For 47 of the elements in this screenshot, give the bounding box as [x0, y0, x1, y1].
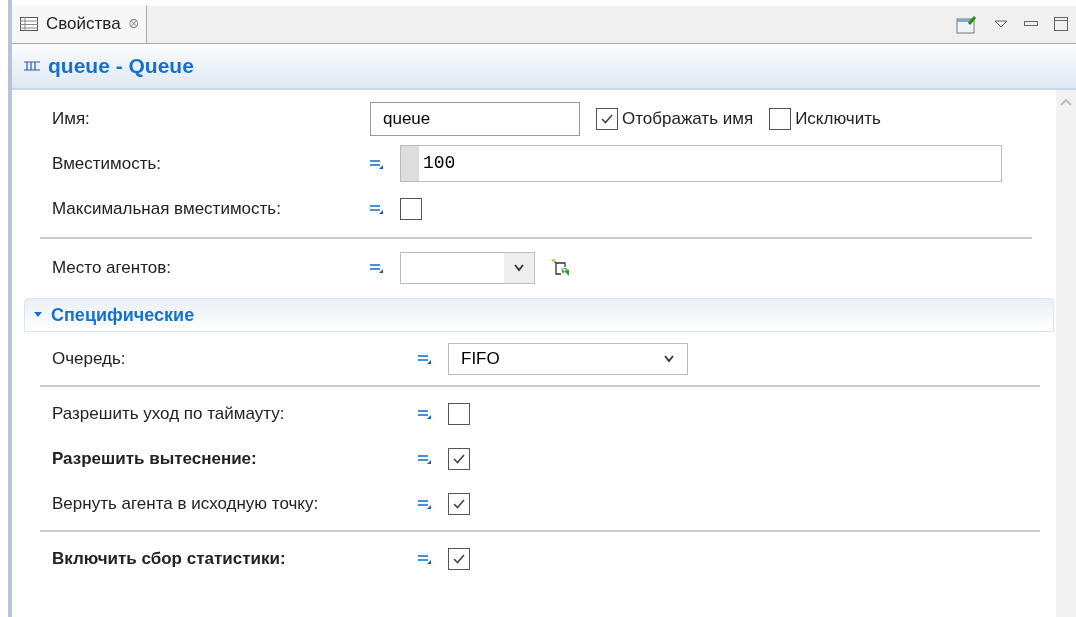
node-pick-icon[interactable] [551, 257, 571, 278]
static-value-icon[interactable] [418, 352, 432, 365]
field-label: Имя: [52, 108, 90, 128]
table-icon [20, 17, 38, 31]
tab-label: Свойства [46, 13, 121, 36]
checkbox-label: Исключить [795, 107, 881, 130]
static-value-icon[interactable] [418, 497, 432, 510]
checkbox[interactable] [448, 447, 470, 470]
checkbox-label: Отображать имя [622, 107, 754, 130]
scrollbar[interactable] [1056, 90, 1076, 617]
queue-select[interactable]: FIFO [448, 342, 688, 375]
chevron-down-icon [663, 354, 675, 363]
checkbox[interactable] [448, 402, 470, 425]
minimize-icon[interactable] [1024, 21, 1038, 27]
object-title: queue - Queue [48, 53, 194, 80]
properties-tab[interactable]: Свойства ⮾ [12, 5, 147, 43]
expand-triangle-icon[interactable] [33, 311, 43, 319]
field-label: Разрешить вытеснение: [52, 448, 257, 468]
checkbox[interactable] [769, 107, 792, 130]
view-menu-icon[interactable] [994, 20, 1008, 28]
queue-icon [24, 61, 40, 71]
field-label: Место агентов: [52, 257, 171, 277]
field-label: Разрешить уход по таймауту: [52, 403, 285, 423]
static-value-icon[interactable] [418, 552, 432, 565]
field-label: Включить сбор статистики: [52, 548, 286, 568]
pin-window-icon[interactable] [956, 14, 978, 34]
static-value-icon[interactable] [370, 202, 384, 215]
maximize-icon[interactable] [1054, 17, 1068, 31]
static-value-icon[interactable] [370, 157, 384, 170]
static-value-icon[interactable] [418, 407, 432, 420]
tab-close[interactable]: ⮾ [128, 15, 138, 33]
name-field[interactable]: queue [370, 101, 580, 136]
checkbox[interactable] [448, 492, 470, 515]
static-value-icon[interactable] [370, 261, 384, 274]
code-field[interactable]: 100 [400, 145, 1002, 182]
static-value-icon[interactable] [418, 452, 432, 465]
field-label: Максимальная вместимость: [52, 198, 281, 218]
checkbox[interactable] [400, 197, 422, 220]
checkbox[interactable] [448, 547, 470, 570]
chevron-down-icon [513, 263, 525, 272]
field-label: Очередь: [52, 348, 126, 368]
checkbox[interactable] [596, 107, 618, 130]
section-header[interactable]: Специфические [24, 298, 1054, 332]
section-title: Специфические [51, 303, 195, 327]
code-value: 100 [422, 152, 457, 175]
field-label: Вернуть агента в исходную точку: [52, 493, 319, 513]
field-label: Вместимость: [52, 153, 162, 173]
